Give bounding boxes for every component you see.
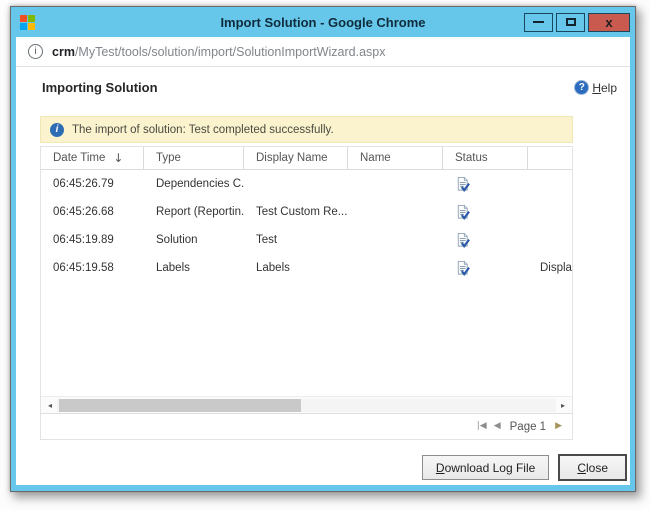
grid-pager: |◀ ◀ Page 1 ▶ (41, 413, 572, 439)
cell-date-time: 06:45:19.89 (41, 234, 144, 246)
column-label-date-time: Date Time (53, 152, 105, 164)
browser-body: i crm/MyTest/tools/solution/import/Solut… (16, 37, 630, 485)
info-glyph: i (34, 46, 36, 57)
url-text: crm/MyTest/tools/solution/import/Solutio… (52, 45, 385, 59)
first-page-button[interactable]: |◀ (477, 422, 487, 431)
page-info-icon[interactable]: i (28, 44, 43, 59)
page-title: Importing Solution (42, 80, 158, 95)
close-window-button[interactable]: x (588, 13, 630, 32)
cell-type: Report (Reportin... (144, 206, 244, 218)
minimize-button[interactable] (524, 13, 553, 32)
status-success-icon (455, 204, 470, 220)
minimize-icon (533, 21, 544, 23)
import-log-grid: Date Time ↓ Type Display Name Name Statu… (40, 146, 573, 440)
table-row[interactable]: 06:45:19.89 Solution Test (41, 226, 572, 254)
column-header-name[interactable]: Name (348, 147, 443, 169)
column-header-date-time[interactable]: Date Time ↓ (41, 147, 144, 169)
table-row[interactable]: 06:45:19.58 Labels Labels D (41, 254, 572, 282)
logo-square-red (20, 15, 27, 22)
help-icon: ? (574, 80, 589, 95)
cell-date-time: 06:45:19.58 (41, 262, 144, 274)
close-button-label: Close (577, 461, 608, 475)
table-row[interactable]: 06:45:26.79 Dependencies C... (41, 170, 572, 198)
close-icon: x (605, 16, 612, 29)
cell-status (443, 176, 528, 192)
scroll-left-icon[interactable]: ◂ (43, 401, 57, 410)
scrollbar-track[interactable] (57, 399, 556, 412)
scroll-right-icon[interactable]: ▸ (556, 401, 570, 410)
status-success-icon (455, 232, 470, 248)
help-glyph: ? (579, 82, 585, 93)
horizontal-scrollbar[interactable]: ◂ ▸ (41, 396, 572, 413)
help-link[interactable]: ? Help (574, 80, 617, 95)
cell-status (443, 204, 528, 220)
window-titlebar[interactable]: Import Solution - Google Chrome x (11, 7, 635, 37)
close-button[interactable]: Close (558, 454, 627, 481)
window-controls: x (521, 13, 630, 32)
chrome-address-bar[interactable]: i crm/MyTest/tools/solution/import/Solut… (16, 37, 630, 67)
grid-empty-space (41, 282, 572, 396)
banner-text: The import of solution: Test completed s… (72, 124, 334, 136)
cell-status (443, 232, 528, 248)
previous-page-button[interactable]: ◀ (494, 422, 501, 431)
status-success-icon (455, 260, 470, 276)
grid-header: Date Time ↓ Type Display Name Name Statu… (41, 147, 572, 170)
column-header-display-name[interactable]: Display Name (244, 147, 348, 169)
download-log-file-label: Download Log File (436, 461, 535, 475)
footer-button-bar: Download Log File Close (422, 454, 627, 481)
info-icon: i (50, 123, 64, 137)
cell-display-name: Test (244, 234, 348, 246)
cell-type: Dependencies C... (144, 178, 244, 190)
page-header-row: Importing Solution ? Help (16, 67, 630, 95)
column-header-status[interactable]: Status (443, 147, 528, 169)
status-success-icon (455, 176, 470, 192)
logo-square-blue (20, 23, 27, 30)
cell-display-name: Labels (244, 262, 348, 274)
maximize-icon (566, 18, 576, 26)
logo-square-green (28, 15, 35, 22)
cell-date-time: 06:45:26.68 (41, 206, 144, 218)
scrollbar-thumb[interactable] (59, 399, 301, 412)
microsoft-logo-icon (20, 15, 35, 30)
banner-info-glyph: i (56, 124, 59, 135)
cell-extra: Displa (528, 262, 572, 274)
page-indicator: Page 1 (510, 421, 546, 433)
sort-descending-icon: ↓ (113, 151, 123, 165)
cell-date-time: 06:45:26.79 (41, 178, 144, 190)
desktop-background: Import Solution - Google Chrome x i crm/… (0, 0, 650, 510)
logo-square-yellow (28, 23, 35, 30)
next-page-button[interactable]: ▶ (555, 422, 562, 431)
url-path: /MyTest/tools/solution/import/SolutionIm… (75, 45, 386, 59)
page-content: Importing Solution ? Help i The import o… (16, 67, 630, 485)
cell-display-name: Test Custom Re... (244, 206, 348, 218)
column-header-extra[interactable] (528, 147, 572, 169)
chrome-popup-window: Import Solution - Google Chrome x i crm/… (10, 6, 636, 492)
cell-status (443, 260, 528, 276)
column-header-type[interactable]: Type (144, 147, 244, 169)
cell-type: Solution (144, 234, 244, 246)
help-label: Help (592, 81, 617, 95)
download-log-file-button[interactable]: Download Log File (422, 455, 549, 480)
url-host: crm (52, 45, 75, 59)
cell-type: Labels (144, 262, 244, 274)
success-banner: i The import of solution: Test completed… (40, 116, 573, 143)
table-row[interactable]: 06:45:26.68 Report (Reportin... Test Cus… (41, 198, 572, 226)
maximize-button[interactable] (556, 13, 585, 32)
